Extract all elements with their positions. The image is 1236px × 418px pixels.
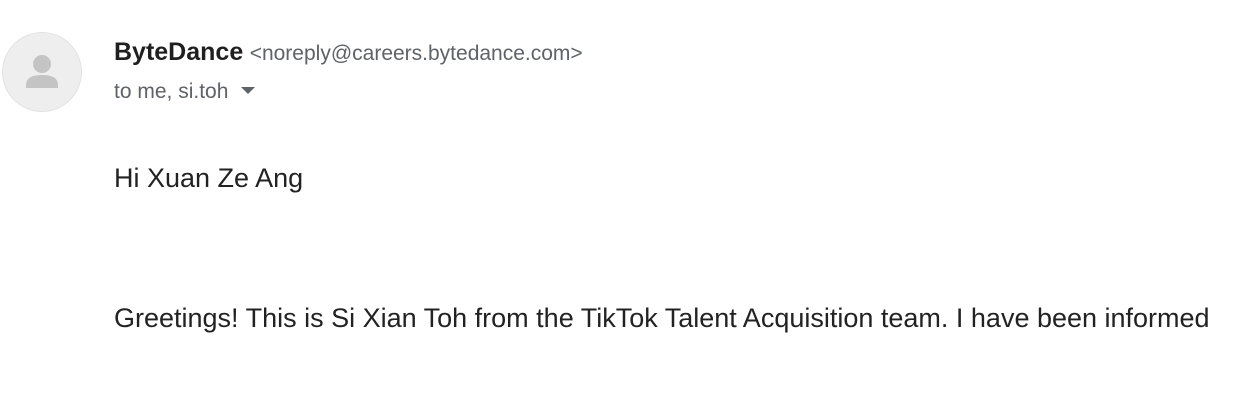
sender-name[interactable]: ByteDance [114,38,243,66]
sender-email: <noreply@careers.bytedance.com> [249,42,583,65]
email-greeting: Hi Xuan Ze Ang [114,163,304,193]
sender-header: ByteDance <noreply@careers.bytedance.com… [114,36,583,72]
caret-down-icon [241,87,256,95]
person-icon [26,55,58,88]
recipients-summary: to me, si.toh [114,76,258,108]
email-body-paragraph: Greetings! This is Si Xian Toh from the … [114,303,1210,333]
email-message: ByteDance <noreply@careers.bytedance.com… [0,0,1236,418]
show-details-button[interactable] [238,80,258,100]
recipients-text: to me, si.toh [114,80,229,103]
sender-avatar[interactable] [2,32,82,112]
